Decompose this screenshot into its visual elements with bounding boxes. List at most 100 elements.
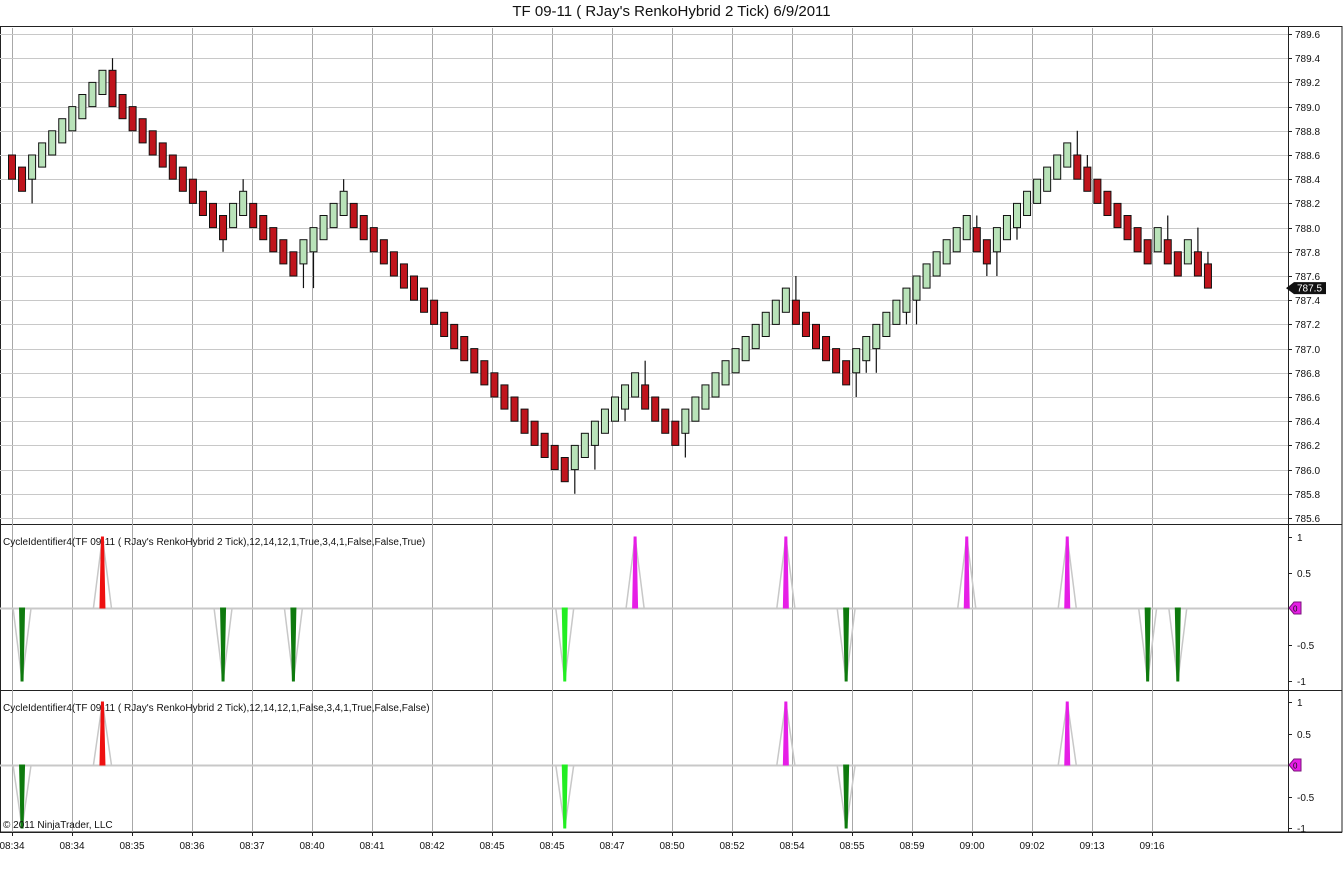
cycle-trough-signal <box>1137 607 1158 682</box>
brick-body <box>1033 178 1042 204</box>
down-brick <box>430 299 439 325</box>
brick-body <box>731 348 740 374</box>
cycle-trough-signal <box>283 607 304 682</box>
brick-body <box>329 202 338 229</box>
down-brick <box>460 336 469 362</box>
brick-body <box>852 348 861 374</box>
down-brick <box>470 348 479 374</box>
down-brick <box>8 154 16 180</box>
up-brick <box>58 118 67 144</box>
up-brick <box>580 432 589 458</box>
indicator-tick-label: -1 <box>1297 824 1306 835</box>
brick-body <box>359 215 368 241</box>
brick-body <box>450 323 459 350</box>
time-tick-label: 09:16 <box>1139 841 1164 852</box>
time-tick-label: 08:37 <box>239 841 264 852</box>
down-brick <box>249 202 258 229</box>
brick-body <box>470 348 479 374</box>
up-brick <box>691 396 700 422</box>
up-brick <box>1013 202 1021 240</box>
cycle-peak-signal <box>957 536 977 609</box>
up-brick <box>912 275 921 325</box>
brick-body <box>570 444 579 471</box>
down-brick <box>490 372 499 398</box>
down-brick <box>399 263 408 289</box>
down-brick <box>530 420 539 446</box>
down-brick <box>269 227 278 253</box>
price-tick-label: 786.8 <box>1295 369 1320 380</box>
price-axis: 789.6 789.4 789.2 789.0 788.8 788.6 788.4 788.2… <box>1286 30 1326 525</box>
time-tick-label: 08:59 <box>899 841 924 852</box>
down-brick <box>188 178 197 204</box>
brick-body <box>18 166 27 192</box>
brick-body <box>229 202 238 229</box>
price-tick-label: 787.4 <box>1295 296 1320 307</box>
price-tick-label: 787.8 <box>1295 248 1320 259</box>
brick-body <box>399 263 408 289</box>
indicator-tick-label: -1 <box>1297 677 1306 688</box>
brick-body <box>982 239 991 265</box>
down-brick <box>440 311 449 337</box>
down-brick <box>259 215 268 241</box>
cycle-trough-signal <box>12 764 32 829</box>
brick-body <box>671 420 680 446</box>
down-brick <box>359 215 368 241</box>
brick-body <box>88 81 97 108</box>
down-brick <box>520 408 529 434</box>
brick-body <box>239 190 248 217</box>
time-tick-label: 09:00 <box>959 841 984 852</box>
down-brick <box>1173 251 1182 277</box>
brick-body <box>68 106 77 132</box>
brick-body <box>1063 142 1072 168</box>
brick-body <box>812 323 820 350</box>
time-tick-label: 08:41 <box>359 841 384 852</box>
brick-body <box>78 94 87 120</box>
time-tick-label: 08:47 <box>599 841 624 852</box>
price-tick-label: 786.2 <box>1295 441 1320 452</box>
up-brick <box>48 130 57 156</box>
down-brick <box>1123 215 1132 241</box>
brick-body <box>972 227 981 253</box>
down-brick <box>972 215 981 253</box>
brick-body <box>269 227 278 253</box>
brick-body <box>862 336 871 362</box>
last-price-label: 787.5 <box>1297 284 1322 295</box>
up-brick <box>299 239 308 289</box>
time-tick-label: 08:35 <box>119 841 144 852</box>
brick-body <box>28 154 37 180</box>
brick-body <box>952 227 961 253</box>
up-brick <box>681 408 690 458</box>
down-brick <box>1203 251 1212 289</box>
brick-body <box>1093 178 1102 204</box>
cycle-trough-signal <box>1168 607 1188 682</box>
up-brick <box>872 323 881 373</box>
down-brick <box>209 202 217 229</box>
brick-body <box>822 336 831 362</box>
brick-body <box>1013 202 1021 229</box>
brick-body <box>1163 239 1172 265</box>
indicator-tick-label: -0.5 <box>1297 641 1315 652</box>
brick-body <box>349 202 358 229</box>
brick-body <box>560 457 569 483</box>
up-brick <box>611 396 619 422</box>
down-brick <box>1143 239 1152 265</box>
brick-body <box>992 227 1001 253</box>
up-brick <box>600 408 609 434</box>
brick-body <box>580 432 589 458</box>
brick-body <box>781 287 790 313</box>
brick-body <box>198 190 207 217</box>
zero-badge-label: 0 <box>1293 605 1298 614</box>
down-brick <box>108 58 117 108</box>
up-brick <box>761 311 770 337</box>
up-brick <box>570 444 579 494</box>
chart-canvas[interactable]: 789.6 789.4 789.2 789.0 788.8 788.6 788.4 788.2… <box>0 0 1343 879</box>
price-tick-label: 788.8 <box>1295 127 1320 138</box>
up-brick <box>942 239 951 265</box>
down-brick <box>128 106 137 132</box>
price-tick-label: 788.6 <box>1295 151 1320 162</box>
brick-body <box>771 299 780 325</box>
down-brick <box>289 251 298 277</box>
price-tick-label: 786.6 <box>1295 393 1320 404</box>
time-tick-label: 08:40 <box>299 841 324 852</box>
down-brick <box>801 311 810 337</box>
